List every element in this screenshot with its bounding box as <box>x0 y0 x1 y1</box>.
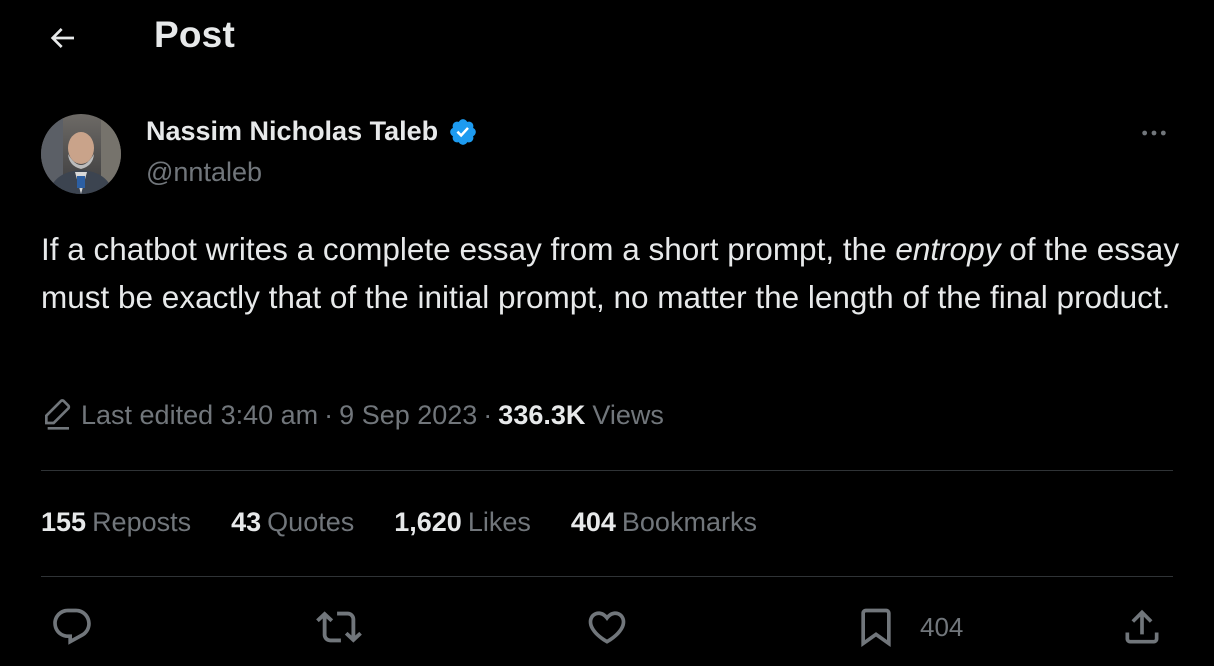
divider <box>41 470 1173 471</box>
bookmarks-label: Bookmarks <box>621 507 757 537</box>
bookmarks-stat[interactable]: 404 Bookmarks <box>571 507 757 538</box>
views-count: 336.3K <box>498 399 586 430</box>
pencil-icon[interactable] <box>41 399 73 431</box>
views-label: Views <box>592 399 664 430</box>
author-handle[interactable]: @nntaleb <box>146 157 262 188</box>
author-name-text: Nassim Nicholas Taleb <box>146 116 439 146</box>
reply-icon <box>53 608 91 645</box>
verified-badge-icon <box>448 117 478 147</box>
reply-button[interactable] <box>50 604 94 650</box>
post-text: If a chatbot writes a complete essay fro… <box>41 225 1181 321</box>
more-options-button[interactable] <box>1134 118 1174 148</box>
post-page: Post Nassim Nicholas Taleb @nntaleb If a… <box>0 0 1214 666</box>
share-icon <box>1125 609 1159 644</box>
back-button[interactable] <box>42 18 82 58</box>
divider <box>41 576 1173 577</box>
likes-label: Likes <box>467 507 531 537</box>
author-name[interactable]: Nassim Nicholas Taleb <box>146 116 478 147</box>
avatar[interactable] <box>41 114 121 194</box>
like-button[interactable] <box>585 604 629 650</box>
post-date[interactable]: 9 Sep 2023 <box>339 400 477 431</box>
quotes-count: 43 <box>231 507 262 537</box>
post-metadata: Last edited 3:40 am · 9 Sep 2023 · 336.3… <box>41 399 664 431</box>
more-horizontal-icon <box>1142 130 1166 136</box>
repost-icon <box>316 611 362 643</box>
meta-separator: · <box>483 399 493 430</box>
bookmark-count: 404 <box>920 611 964 642</box>
reposts-label: Reposts <box>92 507 192 537</box>
post-text-italic: entropy <box>895 231 1001 267</box>
share-button[interactable] <box>1120 604 1164 650</box>
repost-button[interactable] <box>316 604 362 650</box>
reposts-stat[interactable]: 155 Reposts <box>41 507 191 538</box>
quotes-label: Quotes <box>267 507 355 537</box>
bookmark-button[interactable]: 404 <box>854 604 963 650</box>
edited-timestamp[interactable]: Last edited 3:40 am <box>81 400 318 431</box>
arrow-left-icon <box>50 28 74 48</box>
reposts-count: 155 <box>41 507 87 537</box>
bookmark-icon <box>861 608 891 648</box>
likes-count: 1,620 <box>394 507 462 537</box>
meta-separator: · <box>324 399 334 430</box>
page-title: Post <box>154 14 235 55</box>
heart-icon <box>588 611 626 644</box>
post-text-start: If a chatbot writes a complete essay fro… <box>41 231 896 267</box>
top-bar: Post <box>0 0 1214 80</box>
engagement-stats: 155 Reposts 43 Quotes 1,620 Likes 404 Bookma… <box>41 507 797 538</box>
likes-stat[interactable]: 1,620 Likes <box>394 507 531 538</box>
bookmarks-count: 404 <box>570 507 616 537</box>
quotes-stat[interactable]: 43 Quotes <box>231 507 354 538</box>
